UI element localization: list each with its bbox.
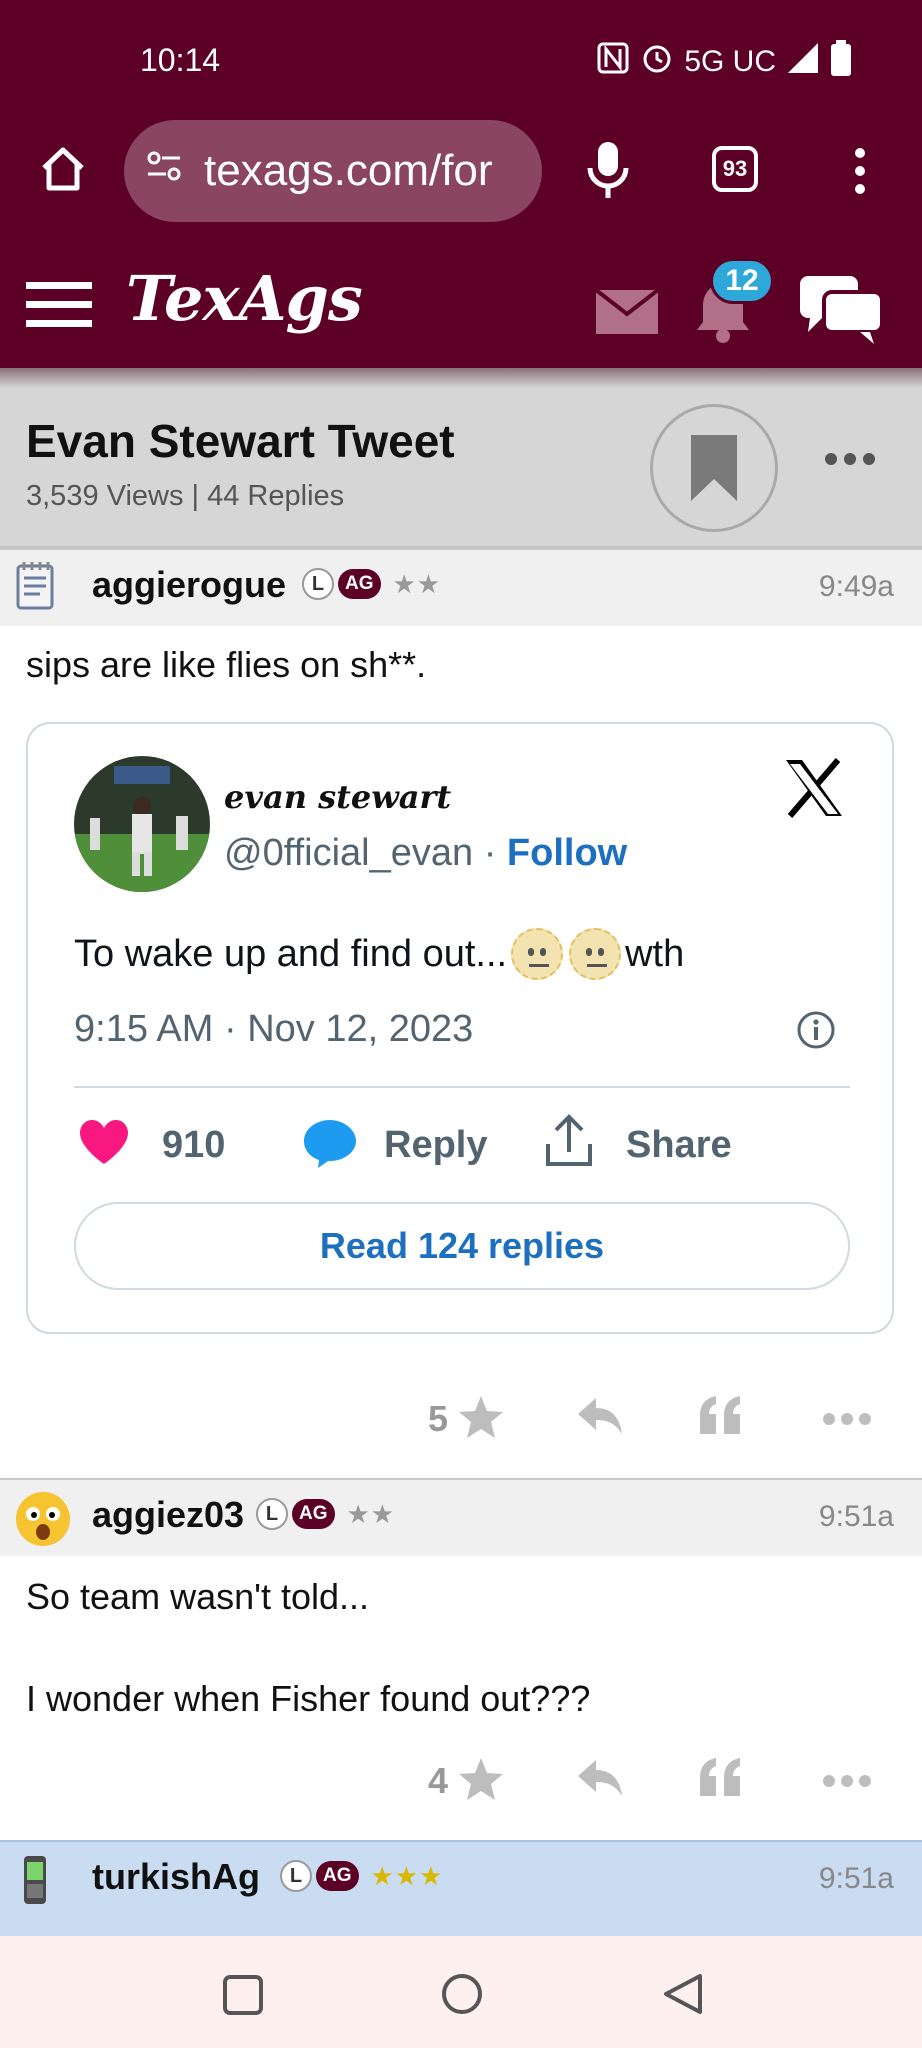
handle-separator: · — [473, 832, 507, 874]
post-more-icon[interactable] — [822, 1774, 872, 1793]
post-time: 9:51a — [818, 1500, 894, 1533]
thread-title: Evan Stewart Tweet — [26, 415, 455, 467]
system-nav-bar — [0, 1936, 922, 2048]
tweet-share-label[interactable]: Share — [626, 1124, 732, 1167]
nfc-icon — [596, 41, 630, 83]
rating-stars: ★★ — [392, 568, 442, 599]
alarm-icon — [640, 41, 674, 83]
tweet-handle-row: @0fficial_evan · Follow — [224, 832, 627, 875]
neutral-face-emoji-icon — [569, 928, 622, 980]
star-icon[interactable] — [458, 1756, 504, 1807]
site-header: TexAgs 12 — [0, 240, 922, 370]
user-tags: L AG ★★ — [256, 1498, 395, 1530]
browser-menu-icon[interactable] — [852, 146, 868, 201]
post-body: sips are like flies on sh**. — [26, 644, 427, 685]
status-time: 10:14 — [140, 42, 221, 78]
post-username[interactable]: aggierogue — [92, 564, 286, 606]
bookmark-button[interactable] — [650, 404, 778, 532]
mobile-phone-avatar-icon[interactable] — [14, 1852, 70, 1908]
browser-toolbar: texags.com/for 93 — [0, 110, 922, 240]
home-circle-icon[interactable] — [440, 1972, 484, 2021]
tab-switcher-button[interactable]: 93 — [712, 146, 758, 192]
post-header: aggiez03 L AG ★★ 9:51a — [0, 1478, 922, 1556]
tweet-avatar[interactable] — [74, 756, 210, 892]
info-icon[interactable] — [796, 1010, 836, 1055]
star-count: 5 — [428, 1398, 449, 1439]
read-replies-button[interactable]: Read 124 replies — [74, 1202, 850, 1290]
network-label: 5G UC — [684, 45, 776, 78]
star-count: 4 — [428, 1760, 449, 1801]
chat-icon[interactable] — [798, 274, 884, 351]
tweet-handle[interactable]: @0fficial_evan — [224, 832, 473, 874]
header-shadow — [0, 368, 922, 388]
rating-stars: ★★★ — [370, 1860, 444, 1891]
neutral-face-emoji-icon — [511, 928, 564, 980]
lifetime-badge: L — [302, 568, 334, 600]
lifetime-badge: L — [280, 1860, 312, 1892]
reply-icon[interactable] — [576, 1396, 624, 1441]
follow-link[interactable]: Follow — [507, 832, 627, 874]
tweet-reply-label[interactable]: Reply — [384, 1124, 487, 1167]
user-tags: L AG ★★★ — [280, 1860, 443, 1892]
heart-icon[interactable] — [78, 1118, 130, 1171]
rating-stars: ★★ — [346, 1498, 396, 1529]
post-header: turkishAg L AG ★★★ 9:51a — [0, 1840, 922, 1936]
user-tags: L AG ★★ — [302, 568, 441, 600]
post-actions: 4 — [0, 1752, 922, 1812]
post-more-icon[interactable] — [822, 1412, 872, 1431]
star-icon[interactable] — [458, 1394, 504, 1445]
reply-bubble-icon[interactable] — [302, 1118, 358, 1173]
thread-header: Evan Stewart Tweet 3,539 Views | 44 Repl… — [0, 388, 922, 548]
share-icon[interactable] — [544, 1114, 594, 1173]
post-body-line: I wonder when Fisher found out??? — [26, 1678, 591, 1719]
tweet-text-start: To wake up and find out... — [74, 932, 508, 975]
lifetime-badge: L — [256, 1498, 288, 1530]
post-username[interactable]: aggiez03 — [92, 1494, 244, 1536]
address-bar[interactable]: texags.com/for — [124, 120, 542, 222]
ag-badge: AG — [292, 1499, 335, 1529]
post-time: 9:51a — [818, 1862, 894, 1895]
mail-icon[interactable] — [594, 288, 660, 339]
site-settings-icon[interactable] — [144, 146, 184, 197]
signal-icon — [786, 41, 820, 83]
tweet-divider — [74, 1086, 850, 1088]
tweet-text-end: wth — [625, 932, 685, 975]
hamburger-menu-icon[interactable] — [26, 280, 92, 335]
tweet-timestamp[interactable]: 9:15 AM · Nov 12, 2023 — [74, 1008, 473, 1051]
status-icons: 5G UC — [596, 40, 852, 84]
ag-badge: AG — [338, 569, 381, 599]
quote-icon[interactable] — [698, 1394, 742, 1443]
x-logo-icon[interactable] — [782, 758, 846, 823]
quote-icon[interactable] — [698, 1756, 742, 1805]
tweet-text: To wake up and find out... wth — [74, 928, 684, 980]
post-actions: 5 — [0, 1390, 922, 1450]
post-username[interactable]: turkishAg — [92, 1856, 260, 1898]
tweet-display-name[interactable]: evan stewart — [224, 778, 451, 816]
like-count: 910 — [162, 1124, 226, 1166]
url-text: texags.com/for — [204, 146, 493, 195]
home-icon[interactable] — [38, 144, 88, 199]
thread-more-icon[interactable] — [824, 452, 876, 471]
site-logo[interactable]: TexAgs — [126, 262, 363, 335]
post-time: 9:49a — [818, 570, 894, 603]
thread-meta: 3,539 Views | 44 Replies — [26, 480, 345, 512]
battery-icon — [830, 40, 852, 84]
notepad-avatar-icon[interactable] — [14, 560, 70, 616]
notification-count-badge: 12 — [710, 258, 774, 304]
back-triangle-icon[interactable] — [662, 1972, 704, 2021]
bookmark-icon — [691, 435, 737, 501]
status-bar: 10:14 5G UC — [0, 0, 922, 120]
microphone-icon[interactable] — [586, 140, 630, 205]
reply-icon[interactable] — [576, 1758, 624, 1803]
recent-apps-icon[interactable] — [222, 1974, 264, 2021]
ag-badge: AG — [316, 1861, 359, 1891]
post-body-line: So team wasn't told... — [26, 1576, 370, 1617]
embedded-tweet[interactable]: evan stewart @0fficial_evan · Follow To … — [26, 722, 894, 1334]
surprised-face-avatar-icon[interactable] — [14, 1490, 70, 1546]
post-header: aggierogue L AG ★★ 9:49a — [0, 548, 922, 626]
